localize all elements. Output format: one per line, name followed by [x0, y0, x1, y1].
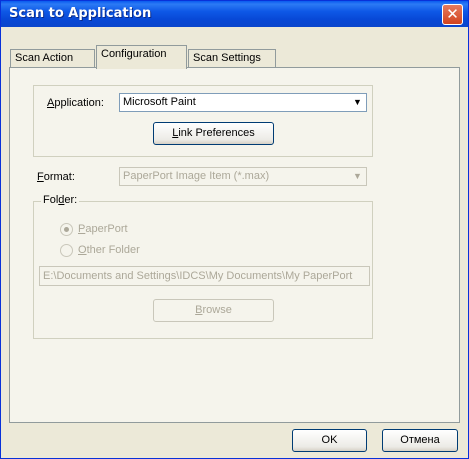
tab-scan-settings[interactable]: Scan Settings — [188, 49, 276, 68]
format-label: Format: — [37, 171, 75, 183]
folder-path-field[interactable]: E:\Documents and Settings\IDCS\My Docume… — [39, 266, 370, 286]
folder-legend: Folder: — [41, 194, 80, 206]
dialog-window: Scan to Application ✕ Scan Action Config… — [0, 0, 469, 459]
application-label: Application: — [47, 97, 104, 109]
chevron-down-icon[interactable]: ▼ — [350, 95, 365, 110]
tab-configuration[interactable]: Configuration — [96, 45, 187, 69]
close-button[interactable]: ✕ — [442, 4, 463, 25]
window-title: Scan to Application — [9, 6, 152, 21]
folder-path-value: E:\Documents and Settings\IDCS\My Docume… — [43, 270, 353, 282]
browse-button[interactable]: Browse — [153, 299, 274, 322]
link-preferences-button[interactable]: Link Preferences — [153, 122, 274, 145]
paperport-radio[interactable] — [60, 223, 73, 236]
ok-button[interactable]: OK — [292, 429, 367, 452]
chevron-down-icon[interactable]: ▼ — [350, 169, 365, 184]
paperport-radio-label: PaperPort — [78, 223, 128, 235]
other-folder-radio[interactable] — [60, 244, 73, 257]
title-bar[interactable]: Scan to Application ✕ — [1, 1, 468, 27]
cancel-button[interactable]: Отмена — [382, 429, 458, 452]
application-value: Microsoft Paint — [123, 96, 196, 108]
tab-scan-action[interactable]: Scan Action — [10, 49, 95, 68]
close-icon: ✕ — [446, 5, 459, 23]
other-folder-radio-label: Other Folder — [78, 244, 140, 256]
format-select[interactable]: PaperPort Image Item (*.max) ▼ — [119, 167, 367, 186]
format-value: PaperPort Image Item (*.max) — [123, 170, 270, 182]
application-select[interactable]: Microsoft Paint ▼ — [119, 93, 367, 112]
